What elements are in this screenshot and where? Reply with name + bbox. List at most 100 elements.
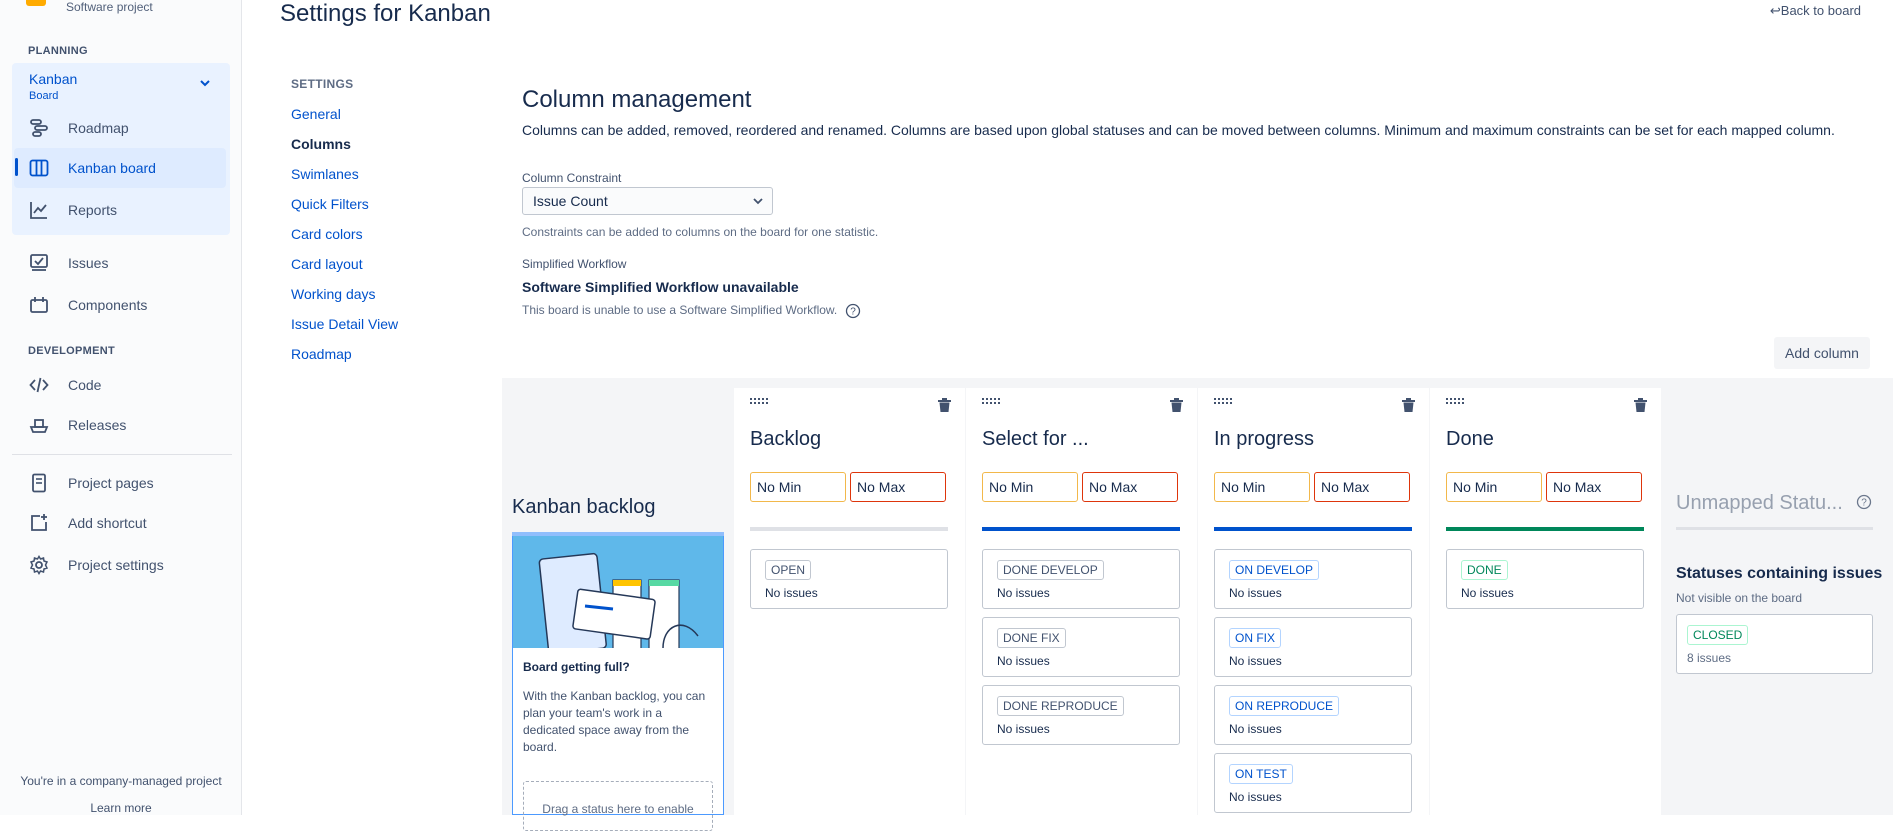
sidebar: Software project PLANNING Kanban Board R… <box>0 0 242 815</box>
column-max-input[interactable]: No Max <box>850 472 946 502</box>
column-min-input[interactable]: No Min <box>1214 472 1310 502</box>
constraint-label: Column Constraint <box>522 171 622 185</box>
backlog-heading: Board getting full? <box>523 660 630 674</box>
column-max-input[interactable]: No Max <box>1082 472 1178 502</box>
settings-link-card-layout[interactable]: Card layout <box>291 256 363 272</box>
page-title: Settings for Kanban <box>280 0 491 27</box>
roadmap-icon <box>28 117 50 139</box>
learn-more-link[interactable]: Learn more <box>0 801 242 815</box>
sidebar-item-roadmap[interactable]: Roadmap <box>14 108 226 148</box>
status-count: No issues <box>1229 654 1282 668</box>
status-lozenge: ON REPRODUCE <box>1229 696 1340 716</box>
status-card[interactable]: ON DEVELOP No issues <box>1214 549 1412 609</box>
help-icon[interactable]: ? <box>1856 494 1872 510</box>
status-card[interactable]: ON TEST No issues <box>1214 753 1412 813</box>
settings-link-columns[interactable]: Columns <box>291 136 351 152</box>
backlog-text: With the Kanban backlog, you can plan yo… <box>523 689 706 754</box>
sidebar-item-components[interactable]: Components <box>14 285 226 325</box>
settings-link-swimlanes[interactable]: Swimlanes <box>291 166 359 182</box>
status-count: 8 issues <box>1687 651 1732 665</box>
status-card[interactable]: DONE DEVELOP No issues <box>982 549 1180 609</box>
backlog-illustration <box>513 536 723 648</box>
workflow-label: Simplified Workflow <box>522 257 627 271</box>
column-name[interactable]: Done <box>1446 428 1494 451</box>
trash-icon[interactable] <box>1170 398 1183 412</box>
help-icon[interactable]: ? <box>845 303 861 319</box>
unmapped-subtext: Not visible on the board <box>1676 591 1803 605</box>
planning-heading: PLANNING <box>28 45 88 57</box>
trash-icon[interactable] <box>938 398 951 412</box>
sidebar-item-add-shortcut[interactable]: Add shortcut <box>14 503 226 543</box>
sidebar-item-project-pages[interactable]: Project pages <box>14 463 226 503</box>
workflow-help-text: This board is unable to use a Software S… <box>522 303 838 318</box>
sidebar-item-reports[interactable]: Reports <box>14 190 226 230</box>
drag-handle-icon[interactable] <box>1446 398 1464 408</box>
chevron-down-icon[interactable] <box>198 76 212 90</box>
board-column[interactable]: Backlog No Min No Max OPEN No issues <box>734 388 965 815</box>
column-max-input[interactable]: No Max <box>1314 472 1410 502</box>
project-logo[interactable] <box>26 0 46 6</box>
constraint-help: Constraints can be added to columns on t… <box>522 225 879 239</box>
sidebar-item-issues[interactable]: Issues <box>14 243 226 283</box>
settings-link-card-colors[interactable]: Card colors <box>291 226 363 242</box>
workflow-title: Software Simplified Workflow unavailable <box>522 279 799 295</box>
add-column-button[interactable]: Add column <box>1774 337 1870 369</box>
drag-handle-icon[interactable] <box>750 398 768 408</box>
board-name[interactable]: Kanban <box>29 71 77 87</box>
column-constraint-select[interactable]: Issue Count <box>522 187 773 215</box>
unmapped-heading: Statuses containing issues <box>1676 565 1883 582</box>
sidebar-item-kanban-board[interactable]: Kanban board <box>14 148 226 188</box>
settings-link-working-days[interactable]: Working days <box>291 286 376 302</box>
status-card[interactable]: DONE FIX No issues <box>982 617 1180 677</box>
status-card[interactable]: ON REPRODUCE No issues <box>1214 685 1412 745</box>
column-min-input[interactable]: No Min <box>750 472 846 502</box>
board-column[interactable]: Select for ... No Min No Max DONE DEVELO… <box>966 388 1197 815</box>
board-column[interactable]: Done No Min No Max DONE No issues <box>1430 388 1661 815</box>
sidebar-item-label: Components <box>68 297 148 313</box>
trash-icon[interactable] <box>1634 398 1647 412</box>
column-min-input[interactable]: No Min <box>982 472 1078 502</box>
column-name[interactable]: Backlog <box>750 428 821 451</box>
active-indicator <box>15 158 18 176</box>
kanban-backlog-title: Kanban backlog <box>512 496 656 518</box>
column-status-bar <box>1214 527 1412 531</box>
settings-heading: SETTINGS <box>291 77 354 91</box>
column-max-input[interactable]: No Max <box>1546 472 1642 502</box>
drag-handle-icon[interactable] <box>1214 398 1232 408</box>
drag-handle-icon[interactable] <box>982 398 1000 408</box>
components-icon <box>28 294 50 316</box>
status-card[interactable]: CLOSED 8 issues <box>1676 614 1873 674</box>
back-link-label: Back to board <box>1780 3 1861 18</box>
status-lozenge: DONE FIX <box>997 628 1066 648</box>
settings-link-general[interactable]: General <box>291 106 341 122</box>
svg-text:?: ? <box>850 307 856 318</box>
status-lozenge: DONE REPRODUCE <box>997 696 1124 716</box>
settings-link-issue-detail-view[interactable]: Issue Detail View <box>291 316 398 332</box>
sidebar-item-project-settings[interactable]: Project settings <box>14 545 226 585</box>
board-column[interactable]: In progress No Min No Max ON DEVELOP No … <box>1198 388 1429 815</box>
sidebar-item-label: Project pages <box>68 475 154 491</box>
ship-icon <box>28 414 50 436</box>
sidebar-item-releases[interactable]: Releases <box>14 405 226 445</box>
code-icon <box>28 374 50 396</box>
status-lozenge: DONE DEVELOP <box>997 560 1104 580</box>
column-min-input[interactable]: No Min <box>1446 472 1542 502</box>
back-to-board-link[interactable]: ↩Back to board <box>1770 3 1861 19</box>
status-card[interactable]: DONE No issues <box>1446 549 1644 609</box>
status-lozenge: CLOSED <box>1687 625 1749 645</box>
status-card[interactable]: DONE REPRODUCE No issues <box>982 685 1180 745</box>
chevron-down-icon <box>753 198 763 205</box>
status-card[interactable]: OPEN No issues <box>750 549 948 609</box>
company-managed-text: You're in a company-managed project <box>20 774 222 788</box>
trash-icon[interactable] <box>1402 398 1415 412</box>
sidebar-item-label: Code <box>68 377 102 393</box>
settings-link-roadmap[interactable]: Roadmap <box>291 346 352 362</box>
column-name[interactable]: Select for ... <box>982 428 1089 451</box>
settings-link-quick-filters[interactable]: Quick Filters <box>291 196 369 212</box>
sidebar-item-label: Roadmap <box>68 120 129 136</box>
sidebar-item-code[interactable]: Code <box>14 365 226 405</box>
status-lozenge: DONE <box>1461 560 1508 580</box>
column-name[interactable]: In progress <box>1214 428 1314 451</box>
status-card[interactable]: ON FIX No issues <box>1214 617 1412 677</box>
backlog-drop-zone[interactable]: Drag a status here to enable <box>523 781 713 831</box>
